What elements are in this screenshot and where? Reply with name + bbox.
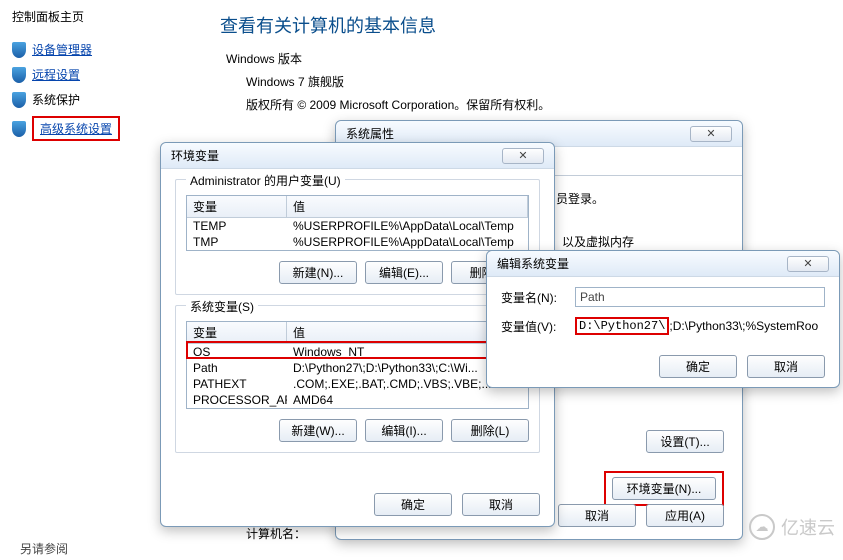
control-panel-sidebar: 控制面板主页 设备管理器 远程设置 系统保护 高级系统设置	[0, 0, 200, 145]
sidebar-item-label: 设备管理器	[32, 41, 92, 58]
copyright-line: 版权所有 © 2009 Microsoft Corporation。保留所有权利…	[216, 96, 843, 113]
sysprop-title: 系统属性	[346, 125, 690, 142]
path-value-highlight: D:\Python27\	[575, 317, 669, 335]
system-vars-list[interactable]: 变量 值 OS Windows_NT Path D:\Python27\;D:\…	[186, 321, 529, 409]
path-value-rest: ;D:\Python33\;%SystemRoo	[669, 319, 818, 333]
sidebar-list: 设备管理器 远程设置 系统保护 高级系统设置	[8, 37, 192, 145]
shield-icon	[12, 92, 26, 108]
sidebar-item-system-protection[interactable]: 系统保护	[8, 87, 192, 112]
watermark-text: 亿速云	[781, 514, 835, 540]
edit-user-var-button[interactable]: 编辑(E)...	[365, 261, 443, 284]
close-button[interactable]: ✕	[787, 256, 829, 272]
edit-body: 变量名(N): 变量值(V): D:\Python27\;D:\Python33…	[487, 277, 839, 355]
shield-icon	[12, 67, 26, 83]
col-val: 值	[287, 196, 528, 217]
edit-system-variable-dialog: 编辑系统变量 ✕ 变量名(N): 变量值(V): D:\Python27\;D:…	[486, 250, 840, 388]
cancel-button[interactable]: 取消	[558, 504, 636, 527]
sys-var-row[interactable]: PROCESSOR_AR... AMD64	[187, 392, 528, 408]
page-heading: 查看有关计算机的基本信息	[216, 4, 843, 50]
close-button[interactable]: ✕	[502, 148, 544, 164]
close-button[interactable]: ✕	[690, 126, 732, 142]
windows-edition-value: Windows 7 旗舰版	[216, 73, 843, 90]
shield-icon	[12, 121, 26, 137]
sidebar-item-label: 系统保护	[32, 91, 80, 108]
list-header: 变量 值	[187, 196, 528, 218]
var-name-label: 变量名(N):	[501, 289, 575, 306]
watermark: ☁ 亿速云	[749, 514, 835, 540]
env-footer-buttons: 确定 取消	[374, 493, 540, 516]
windows-edition-heading: Windows 版本	[216, 50, 843, 67]
sidebar-item-label: 远程设置	[32, 66, 80, 83]
edit-titlebar: 编辑系统变量 ✕	[487, 251, 839, 277]
new-sys-var-button[interactable]: 新建(W)...	[279, 419, 357, 442]
env-titlebar: 环境变量 ✕	[161, 143, 554, 169]
sidebar-item-label: 高级系统设置	[40, 122, 112, 136]
settings-button[interactable]: 设置(T)...	[646, 430, 724, 453]
apply-button[interactable]: 应用(A)	[646, 504, 724, 527]
cancel-button[interactable]: 取消	[462, 493, 540, 516]
edit-sys-var-button[interactable]: 编辑(I)...	[365, 419, 443, 442]
sys-var-row-path[interactable]: Path D:\Python27\;D:\Python33\;C:\Wi...	[187, 360, 528, 376]
envvars-button-highlight: 环境变量(N)...	[604, 471, 724, 506]
sidebar-item-remote-settings[interactable]: 远程设置	[8, 62, 192, 87]
sidebar-title: 控制面板主页	[8, 8, 192, 25]
sys-var-row[interactable]: PATHEXT .COM;.EXE;.BAT;.CMD;.VBS;.VBE;..…	[187, 376, 528, 392]
user-vars-list[interactable]: 变量 值 TEMP %USERPROFILE%\AppData\Local\Te…	[186, 195, 529, 251]
col-var: 变量	[187, 196, 287, 217]
watermark-icon: ☁	[749, 514, 775, 540]
var-value-input[interactable]: D:\Python27\;D:\Python33\;%SystemRoo	[575, 317, 825, 335]
environment-variables-button[interactable]: 环境变量(N)...	[612, 477, 716, 500]
shield-icon	[12, 42, 26, 58]
var-name-input[interactable]	[575, 287, 825, 307]
ok-button[interactable]: 确定	[374, 493, 452, 516]
edit-footer-buttons: 确定 取消	[487, 355, 839, 388]
col-var: 变量	[187, 322, 287, 343]
sidebar-item-advanced-system-settings[interactable]: 高级系统设置	[8, 112, 192, 145]
ok-button[interactable]: 确定	[659, 355, 737, 378]
sys-var-row[interactable]: OS Windows_NT	[187, 344, 528, 360]
sidebar-item-device-manager[interactable]: 设备管理器	[8, 37, 192, 62]
list-header: 变量 值	[187, 322, 528, 344]
env-title: 环境变量	[171, 147, 502, 164]
user-var-row[interactable]: TEMP %USERPROFILE%\AppData\Local\Temp	[187, 218, 528, 234]
sidebar-see-also: 另请参阅	[20, 540, 68, 557]
user-vars-legend: Administrator 的用户变量(U)	[186, 172, 345, 189]
delete-sys-var-button[interactable]: 删除(L)	[451, 419, 529, 442]
new-user-var-button[interactable]: 新建(N)...	[279, 261, 357, 284]
user-var-row[interactable]: TMP %USERPROFILE%\AppData\Local\Temp	[187, 234, 528, 250]
system-vars-legend: 系统变量(S)	[186, 298, 258, 315]
edit-title: 编辑系统变量	[497, 255, 787, 272]
var-value-label: 变量值(V):	[501, 318, 575, 335]
cancel-button[interactable]: 取消	[747, 355, 825, 378]
